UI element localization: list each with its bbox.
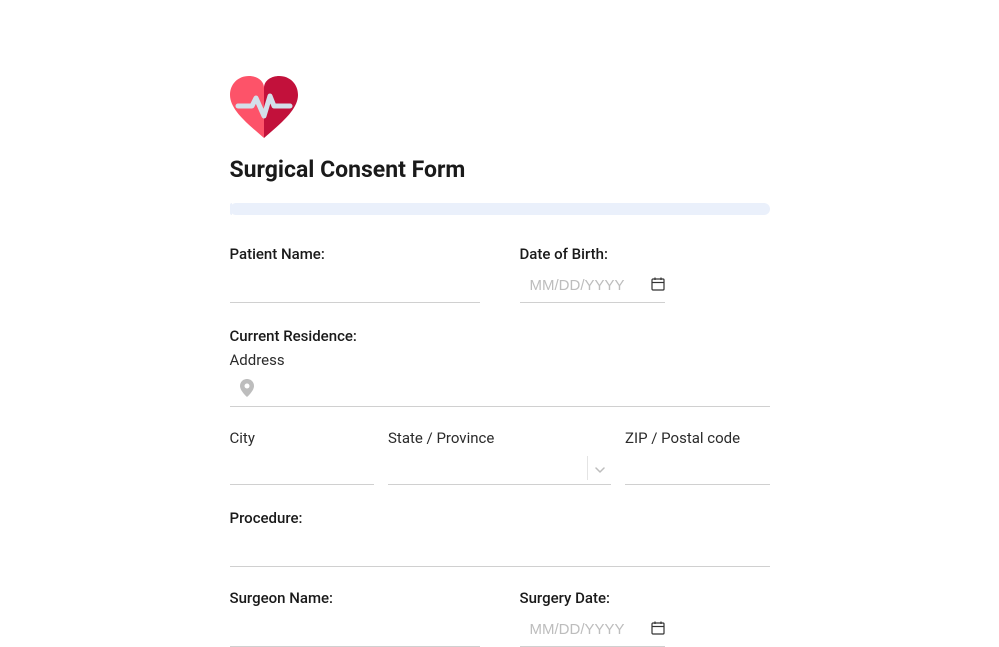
calendar-icon[interactable] xyxy=(651,276,665,295)
state-label: State / Province xyxy=(388,429,611,447)
procedure-input[interactable] xyxy=(230,533,770,567)
patient-name-input[interactable] xyxy=(230,269,480,303)
residence-label: Current Residence: xyxy=(230,327,770,345)
zip-input[interactable] xyxy=(625,451,770,485)
form-container: Surgical Consent Form Patient Name: Date… xyxy=(230,0,770,647)
city-input[interactable] xyxy=(230,451,375,485)
progress-fill xyxy=(230,203,232,215)
surgery-date-label: Surgery Date: xyxy=(520,589,770,607)
surgeon-name-input[interactable] xyxy=(230,613,480,647)
address-sublabel: Address xyxy=(230,351,770,369)
calendar-icon[interactable] xyxy=(651,620,665,639)
state-input[interactable] xyxy=(388,459,587,476)
procedure-label: Procedure: xyxy=(230,509,770,527)
surgeon-name-label: Surgeon Name: xyxy=(230,589,480,607)
address-input[interactable] xyxy=(262,381,770,398)
page-title: Surgical Consent Form xyxy=(230,156,770,183)
zip-label: ZIP / Postal code xyxy=(625,429,770,447)
patient-name-label: Patient Name: xyxy=(230,245,480,263)
map-pin-icon xyxy=(240,379,254,401)
chevron-down-icon xyxy=(595,458,605,477)
dob-input[interactable] xyxy=(530,277,651,294)
surgery-date-input[interactable] xyxy=(530,621,651,638)
state-dropdown-toggle[interactable] xyxy=(587,456,611,480)
city-label: City xyxy=(230,429,375,447)
progress-bar xyxy=(230,203,770,215)
dob-label: Date of Birth: xyxy=(520,245,770,263)
heart-logo xyxy=(230,76,298,138)
